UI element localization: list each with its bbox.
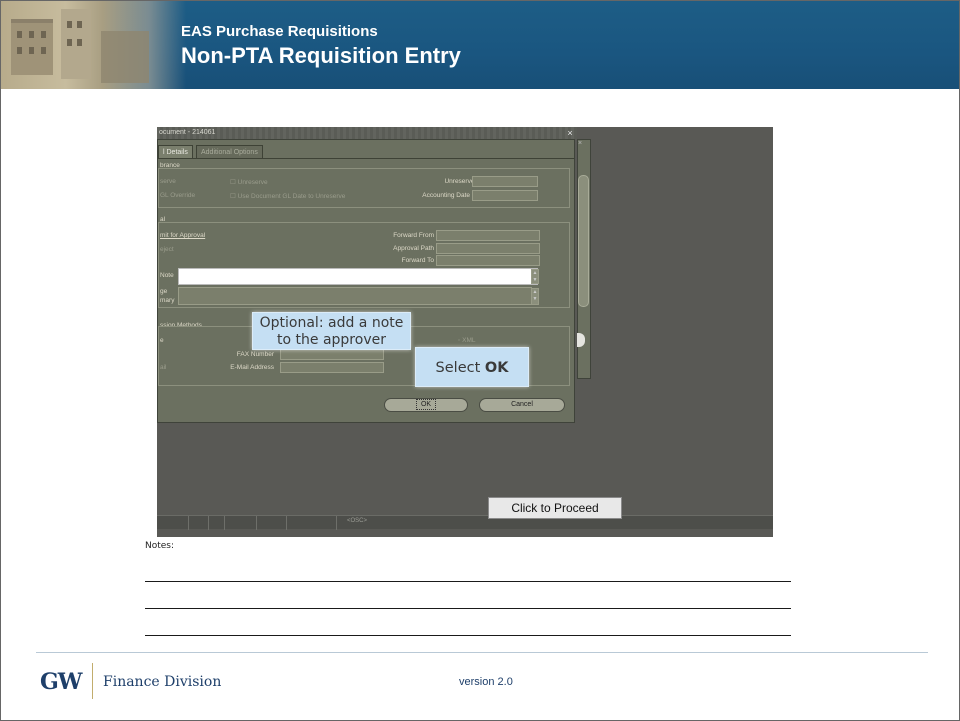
status-osc-text: <OSC> (347, 518, 368, 524)
note-scroll-arrows[interactable]: ▲ ▼ (531, 269, 539, 284)
approval-path-field[interactable] (436, 243, 540, 254)
click-to-proceed-button[interactable]: Click to Proceed (488, 497, 622, 519)
encumbrance-panel (158, 168, 570, 208)
background-window-close-icon[interactable]: × (578, 140, 582, 147)
forward-to-label: Forward To (401, 257, 434, 264)
oracle-status-bar: <OSC> (157, 515, 773, 530)
reserve-label: serve (160, 178, 176, 185)
use-document-gl-checkbox[interactable]: ☐ Use Document GL Date to Unreserve (230, 192, 345, 200)
unreserve-checkbox[interactable]: ☐ Unreserve (230, 178, 268, 186)
email-address-label: E-Mail Address (230, 364, 274, 371)
tab-details[interactable]: l Details (158, 145, 193, 158)
note-input[interactable] (178, 268, 538, 285)
tab-additional-options[interactable]: Additional Options (196, 145, 263, 158)
forward-from-label: Forward From (393, 232, 434, 239)
submit-for-approval-radio[interactable]: mit for Approval (160, 232, 205, 239)
select-ok-bold: OK (484, 360, 509, 376)
fax-number-field[interactable] (280, 349, 384, 360)
slide-title-line1: EAS Purchase Requisitions (181, 23, 378, 40)
gl-override-label: GL Override (160, 192, 196, 199)
summary-scroll-arrows[interactable]: ▲ ▼ (531, 288, 539, 305)
note-label: Note (160, 272, 174, 279)
forward-to-field[interactable] (436, 255, 540, 266)
close-icon[interactable]: × (564, 127, 576, 139)
email-address-field[interactable] (280, 362, 384, 373)
summary-label: mary (160, 297, 175, 304)
slide-header: EAS Purchase Requisitions Non-PTA Requis… (1, 1, 959, 89)
xml-radio[interactable]: ◦ XML (458, 337, 476, 344)
background-window-scrollbar[interactable] (578, 175, 589, 307)
notes-line (145, 635, 791, 636)
message-label: ge (160, 288, 168, 295)
fax-number-label: FAX Number (236, 351, 274, 358)
reject-radio[interactable]: eject (160, 246, 174, 253)
gw-logo: GW (40, 669, 82, 695)
ok-button[interactable]: OK (384, 398, 468, 412)
oracle-approval-screenshot: ocument - 214061 × × l Details Additiona… (157, 127, 773, 537)
note-tip-line1: Optional: add a note (259, 315, 404, 331)
campus-building-photo (1, 1, 186, 89)
note-tip-line2: to the approver (277, 332, 386, 348)
slide-title-line2: Non-PTA Requisition Entry (181, 43, 461, 68)
note-tip-callout: Optional: add a note to the approver (252, 312, 411, 350)
message-summary-field[interactable] (178, 287, 532, 305)
email-row-label: ail (160, 364, 167, 371)
transmission-method-label: e (160, 337, 164, 344)
accounting-date-label: Accounting Date (422, 192, 470, 199)
select-ok-prefix: Select (435, 360, 485, 376)
approval-window-titlebar: ocument - 214061 (157, 127, 577, 139)
footer-divider (36, 652, 928, 653)
finance-division-label: Finance Division (103, 674, 222, 690)
notes-line (145, 581, 791, 582)
version-label: version 2.0 (459, 676, 513, 688)
approval-path-label: Approval Path (393, 245, 434, 252)
unreserve-date-field[interactable] (472, 176, 538, 187)
accounting-date-field[interactable] (472, 190, 538, 201)
notes-line (145, 608, 791, 609)
select-ok-callout: Select OK (415, 347, 529, 387)
cancel-button[interactable]: Cancel (479, 398, 565, 412)
forward-from-field[interactable] (436, 230, 540, 241)
notes-label: Notes: (145, 541, 175, 551)
logo-divider (92, 663, 93, 699)
